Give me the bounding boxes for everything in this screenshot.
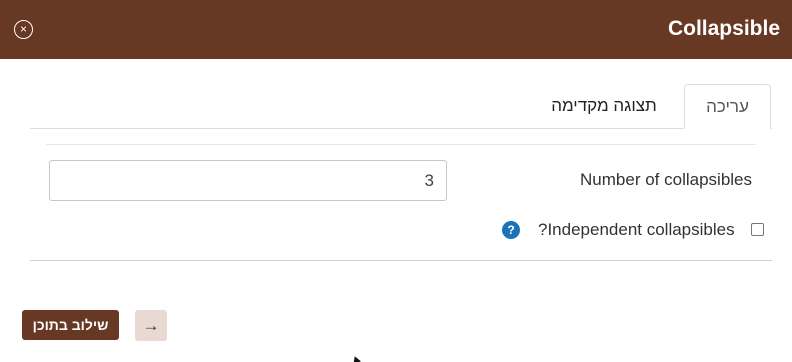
help-icon[interactable]: ? [502, 221, 520, 239]
arrow-right-icon[interactable]: → [135, 310, 167, 341]
tab-divider [30, 128, 772, 129]
number-of-collapsibles-label: Number of collapsibles [580, 170, 752, 189]
footer-divider [30, 260, 772, 261]
section-divider [46, 144, 756, 145]
dialog-header: × Collapsible [0, 0, 792, 59]
dialog-title: Collapsible [667, 17, 780, 40]
independent-collapsibles-checkbox[interactable] [751, 223, 764, 236]
independent-collapsibles-label: ?Independent collapsibles [538, 220, 735, 239]
close-icon[interactable]: × [14, 20, 33, 39]
tab-preview[interactable]: תצוגה מקדימה [530, 84, 678, 128]
mouse-cursor-icon [351, 354, 361, 362]
insert-button[interactable]: שילוב בתוכן [22, 310, 119, 340]
dialog: × Collapsible תצוגה מקדימה עריכה Number … [0, 0, 792, 362]
number-of-collapsibles-input[interactable] [49, 160, 447, 201]
tab-edit[interactable]: עריכה [684, 84, 771, 129]
